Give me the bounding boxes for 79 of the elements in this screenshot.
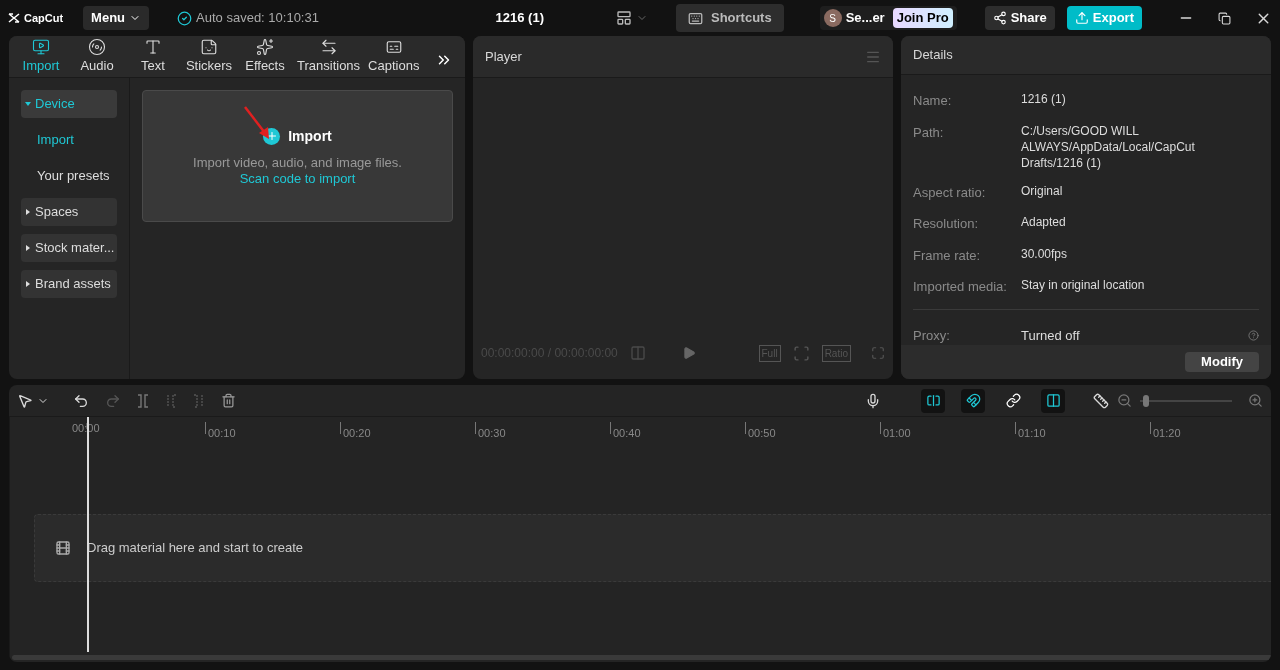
media-tab[interactable]: Import <box>13 37 69 77</box>
help-icon[interactable] <box>1248 330 1259 342</box>
modify-button[interactable]: Modify <box>1185 352 1259 373</box>
microphone-icon[interactable] <box>865 392 881 409</box>
caret-icon <box>25 209 31 215</box>
arrows-icon <box>319 37 338 56</box>
zoom-out-icon[interactable] <box>1117 393 1132 408</box>
track-icon[interactable] <box>921 388 945 413</box>
sidebar-item[interactable]: Brand assets <box>21 270 117 298</box>
detail-value: Original <box>1021 182 1064 200</box>
detail-value: 1216 (1) <box>1021 91 1067 109</box>
autosave-status: Auto saved: 10:10:31 <box>196 9 319 28</box>
upload-icon <box>1074 11 1089 25</box>
horizontal-scrollbar[interactable] <box>12 655 1271 660</box>
detail-label: Aspect ratio: <box>913 183 987 202</box>
zoom-in-icon[interactable] <box>1248 393 1263 408</box>
scan-code-link[interactable]: Scan code to import <box>239 170 356 186</box>
sticker-icon <box>200 37 218 56</box>
delete-icon[interactable] <box>221 393 236 408</box>
media-tab[interactable]: Transitions <box>293 37 365 77</box>
zoom-slider[interactable] <box>1140 394 1232 407</box>
film-icon <box>55 540 71 556</box>
monitor-play-icon <box>32 37 50 56</box>
import-description: Import video, audio, and image files. Scan code to import <box>192 154 403 187</box>
shortcuts-button[interactable]: Shortcuts <box>675 4 784 32</box>
sidebar-item[interactable]: Device <box>21 90 117 118</box>
account-button[interactable]: S Se...er Join Pro <box>819 6 957 30</box>
media-tab[interactable]: Stickers <box>181 37 237 77</box>
share-button[interactable]: Share <box>984 6 1055 30</box>
magnet-icon[interactable] <box>961 388 985 413</box>
play-icon[interactable] <box>681 346 696 360</box>
detail-value: Adapted <box>1021 214 1067 232</box>
logo-icon <box>8 13 20 23</box>
detail-label: Resolution: <box>913 215 980 234</box>
restore-icon[interactable] <box>1218 11 1231 25</box>
redo-icon[interactable] <box>105 392 121 409</box>
detail-label: Proxy: <box>913 326 951 345</box>
sidebar-subitem[interactable]: Your presets <box>21 162 117 190</box>
layout-icon[interactable] <box>615 10 632 26</box>
detail-value: Stay in original location <box>1021 277 1146 295</box>
import-title: Import <box>288 126 332 146</box>
detail-label: Path: <box>913 123 945 142</box>
ruler-icon[interactable] <box>1093 392 1109 409</box>
text-icon <box>144 37 162 56</box>
detail-label: Frame rate: <box>913 246 982 265</box>
zoom-handle[interactable] <box>1142 394 1149 407</box>
share-icon <box>992 11 1007 25</box>
caret-icon <box>25 101 31 107</box>
detail-value: Turned off <box>1021 326 1080 345</box>
sidebar-item[interactable]: Spaces <box>21 198 117 226</box>
select-tool-icon[interactable] <box>17 392 33 409</box>
split-icon[interactable] <box>137 393 149 408</box>
join-pro-badge[interactable]: Join Pro <box>892 8 953 28</box>
panel-title: Details <box>913 46 953 65</box>
media-tab[interactable]: Text <box>125 37 181 77</box>
keyboard-icon <box>687 10 703 26</box>
caret-icon <box>25 245 31 251</box>
disc-icon <box>88 37 106 56</box>
zoom-view-icon[interactable] <box>792 344 810 362</box>
detail-label: Name: <box>913 92 953 111</box>
media-tab[interactable]: Captions <box>364 37 424 77</box>
avatar: S <box>823 9 842 27</box>
undo-icon[interactable] <box>73 392 89 409</box>
detail-label: Imported media: <box>913 278 1008 297</box>
detail-value: 30.00fps <box>1021 245 1069 263</box>
user-name: Se...er <box>845 9 885 28</box>
sidebar-item[interactable]: Stock mater... <box>21 234 117 262</box>
import-card[interactable]: Import Import video, audio, and image files. Scan code to import <box>142 90 453 222</box>
panel-title: Player <box>485 47 522 66</box>
app-logo: CapCut <box>24 10 64 26</box>
detail-value: C:/Users/GOOD WILL ALWAYS/AppData/Local/CapCut Drafts/1216 (1) <box>1021 122 1196 171</box>
menu-button[interactable]: Menu <box>83 6 150 30</box>
media-tab[interactable]: Audio <box>69 37 125 77</box>
project-title: 1216 (1) <box>495 9 544 28</box>
sidebar-subitem[interactable]: Import <box>21 126 117 154</box>
sparkles-icon <box>256 37 274 56</box>
media-tab[interactable]: Effects <box>237 37 293 77</box>
check-icon <box>177 10 193 26</box>
caret-icon <box>25 281 31 287</box>
